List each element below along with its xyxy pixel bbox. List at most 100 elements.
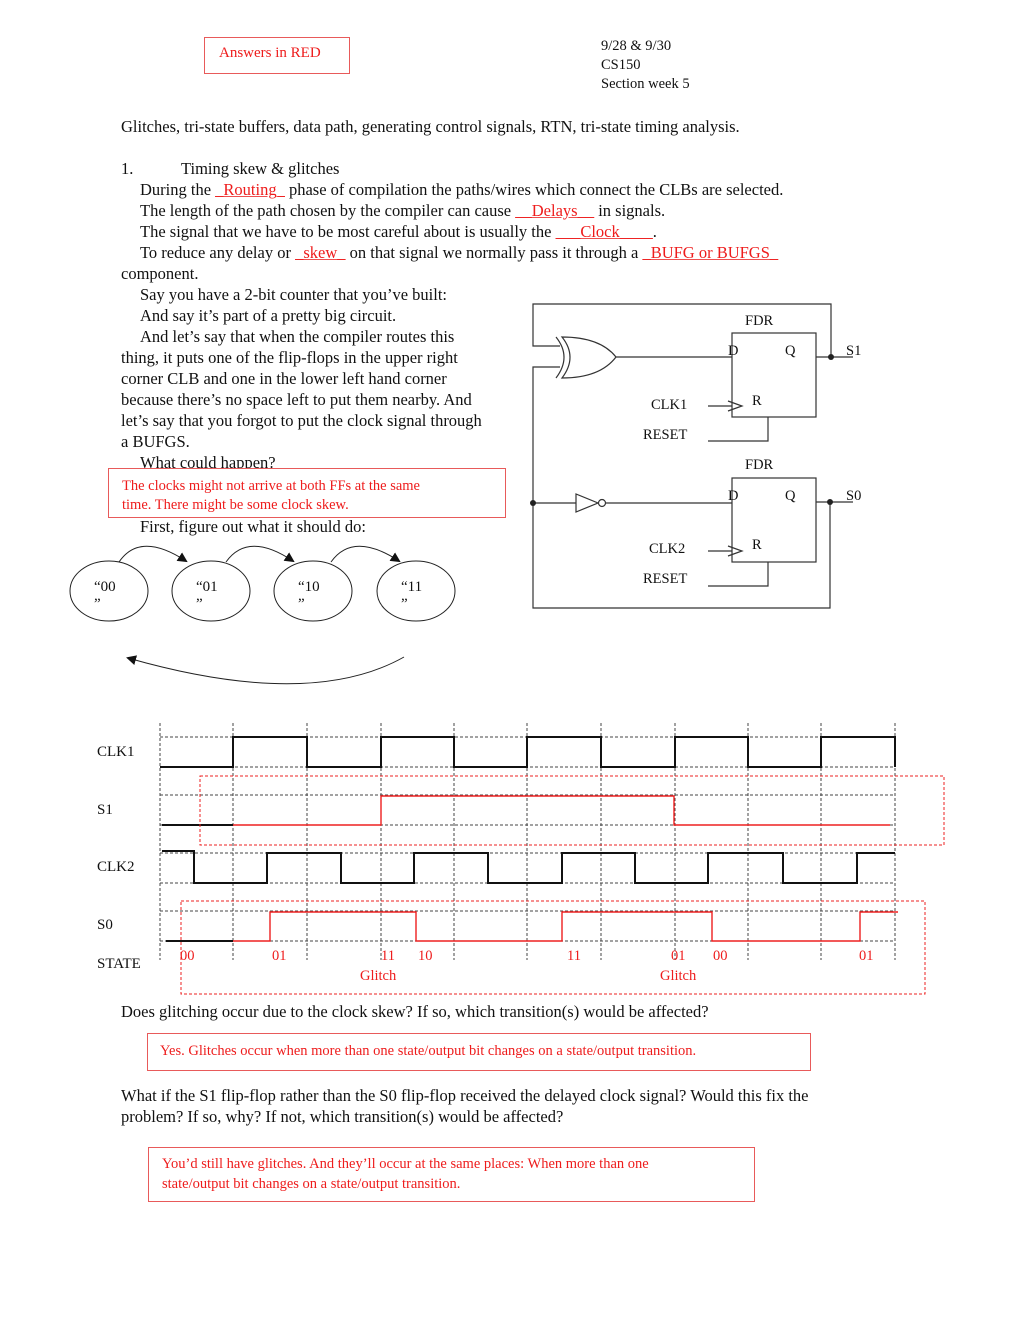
header-section: Section week 5 (601, 76, 690, 92)
transition-00-01 (118, 545, 188, 563)
paragraph-line: because there’s no space left to put the… (121, 390, 472, 409)
transition-11-00 (126, 655, 405, 685)
state-00-label-close: ” (94, 596, 101, 612)
first-figure-text: First, figure out what it should do: (140, 517, 366, 536)
answer-box-what-could-happen: The clocks might not arrive at both FFs … (108, 468, 506, 518)
question-1: Does glitching occur due to the clock sk… (121, 1002, 709, 1021)
state-label: 00 (713, 948, 728, 964)
glitch-label: Glitch (360, 968, 397, 984)
ff-top-reset: RESET (643, 427, 687, 443)
signal-label-clk2: CLK2 (97, 859, 135, 875)
s1-waveform (233, 795, 890, 826)
answer-clock: ___Clock____ (555, 222, 653, 241)
answer-routing: _Routing_ (215, 180, 285, 199)
answer-box-2: You’d still have glitches. And they’ll o… (148, 1147, 755, 1202)
paragraph-line: Say you have a 2-bit counter that you’ve… (140, 285, 448, 304)
inverter (575, 493, 600, 513)
glitch-label: Glitch (660, 968, 697, 984)
paragraph-line: And let’s say that when the compiler rou… (140, 327, 455, 346)
ff-bottom-reset: RESET (643, 571, 687, 587)
ff-top-box (731, 332, 817, 418)
state-10-label: “10 (298, 579, 320, 595)
clk2-waveform (162, 850, 895, 884)
paragraph-line: thing, it puts one of the flip-flops in … (121, 348, 458, 367)
signal-label-state: STATE (97, 956, 141, 972)
answer-box-1: Yes. Glitches occur when more than one s… (147, 1033, 811, 1071)
answers-badge: Answers in RED (204, 37, 350, 74)
paragraph-line: let’s say that you forgot to put the clo… (121, 411, 482, 430)
state-11-label-close: ” (401, 596, 408, 612)
ff-top-q: Q (785, 343, 796, 359)
ff-top-d: D (728, 343, 738, 359)
section-title: Timing skew & glitches (181, 159, 340, 178)
s0-waveform (233, 911, 898, 942)
answer-line: time. There might be some clock skew. (122, 497, 349, 513)
answer-2-line-1: You’d still have glitches. And they’ll o… (162, 1156, 649, 1172)
fill-in-line-4: To reduce any delay or _skew_ on that si… (140, 242, 778, 263)
state-diagram: “00 ” “01 ” “10 ” “11 ” (69, 545, 456, 685)
state-10-label-close: ” (298, 596, 305, 612)
state-label: 00 (180, 948, 195, 964)
fill-in-1-pre: During the (140, 180, 216, 199)
header-date: 9/28 & 9/30 (601, 38, 672, 54)
ff-bottom-box (731, 477, 817, 563)
section-number: 1. (121, 159, 134, 178)
ff-top-out: S1 (846, 343, 861, 359)
timing-diagram: CLK1 S1 CLK2 S0 STATE 00 01 11 10 11 01 … (97, 723, 945, 995)
fill-in-3-post: . (652, 222, 657, 241)
ff-bottom-d: D (728, 488, 738, 504)
counter-circuit: FDR D Q R CLK1 RESET S1 FDR D Q R CLK2 R… (530, 303, 861, 609)
state-label: 11 (381, 948, 395, 964)
state-label: 01 (272, 948, 287, 964)
transition-01-10 (225, 545, 295, 563)
answer-line: The clocks might not arrive at both FFs … (122, 478, 420, 494)
xor-gate-back (555, 336, 565, 379)
transition-10-11 (330, 545, 401, 563)
ff-top-title: FDR (745, 313, 774, 329)
ff-top-clk: CLK1 (651, 397, 687, 413)
state-01-label: “01 (196, 579, 218, 595)
s1-answer-region (199, 775, 945, 846)
answer-1: Yes. Glitches occur when more than one s… (160, 1043, 697, 1059)
state-label: 01 (859, 948, 874, 964)
fill-in-line-1: During the _Routing_ phase of compilatio… (140, 179, 783, 200)
xor-gate (560, 336, 617, 379)
fill-in-line-2: The length of the path chosen by the com… (140, 200, 665, 221)
question-2-line-2: problem? If so, why? If not, which trans… (121, 1107, 564, 1126)
ff-bottom-title: FDR (745, 457, 774, 473)
ff-top-r: R (752, 393, 762, 409)
fill-in-2-pre: The length of the path chosen by the com… (140, 201, 516, 220)
state-label: 10 (418, 948, 433, 964)
fill-in-4-mid: on that signal we normally pass it throu… (345, 243, 643, 262)
s0-answer-region (180, 900, 926, 995)
fill-in-line-3: The signal that we have to be most caref… (140, 221, 657, 242)
signal-label-s1: S1 (97, 802, 113, 818)
fill-in-1-post: phase of compilation the paths/wires whi… (284, 180, 784, 199)
ff-bottom-q: Q (785, 488, 796, 504)
answer-delays: __Delays__ (515, 201, 595, 220)
answer-2-line-2: state/output bit changes on a state/outp… (162, 1176, 461, 1192)
clk1-waveform (160, 736, 896, 768)
state-01-label-close: ” (196, 596, 203, 612)
paragraph-line: a BUFGS. (121, 432, 190, 451)
fill-in-3-pre: The signal that we have to be most caref… (140, 222, 556, 241)
signal-label-clk1: CLK1 (97, 744, 135, 760)
topics-line: Glitches, tri-state buffers, data path, … (121, 117, 740, 136)
fill-in-line-5: component. (121, 264, 199, 283)
fill-in-2-post: in signals. (594, 201, 666, 220)
header-course: CS150 (601, 57, 641, 73)
state-00-label: “00 (94, 579, 116, 595)
state-label: 01 (671, 948, 686, 964)
ff-bottom-out: S0 (846, 488, 861, 504)
state-label: 11 (567, 948, 581, 964)
question-2-line-1: What if the S1 flip-flop rather than the… (121, 1086, 809, 1105)
fill-in-4-pre: To reduce any delay or (140, 243, 296, 262)
ff-bottom-r: R (752, 537, 762, 553)
answer-bufg: _BUFG or BUFGS_ (642, 243, 779, 262)
signal-label-s0: S0 (97, 917, 113, 933)
answer-skew: _skew_ (295, 243, 346, 262)
ff-bottom-clk: CLK2 (649, 541, 685, 557)
answers-badge-label: Answers in RED (219, 45, 321, 61)
paragraph-line: And say it’s part of a pretty big circui… (140, 306, 397, 325)
paragraph-line: corner CLB and one in the lower left han… (121, 369, 447, 388)
